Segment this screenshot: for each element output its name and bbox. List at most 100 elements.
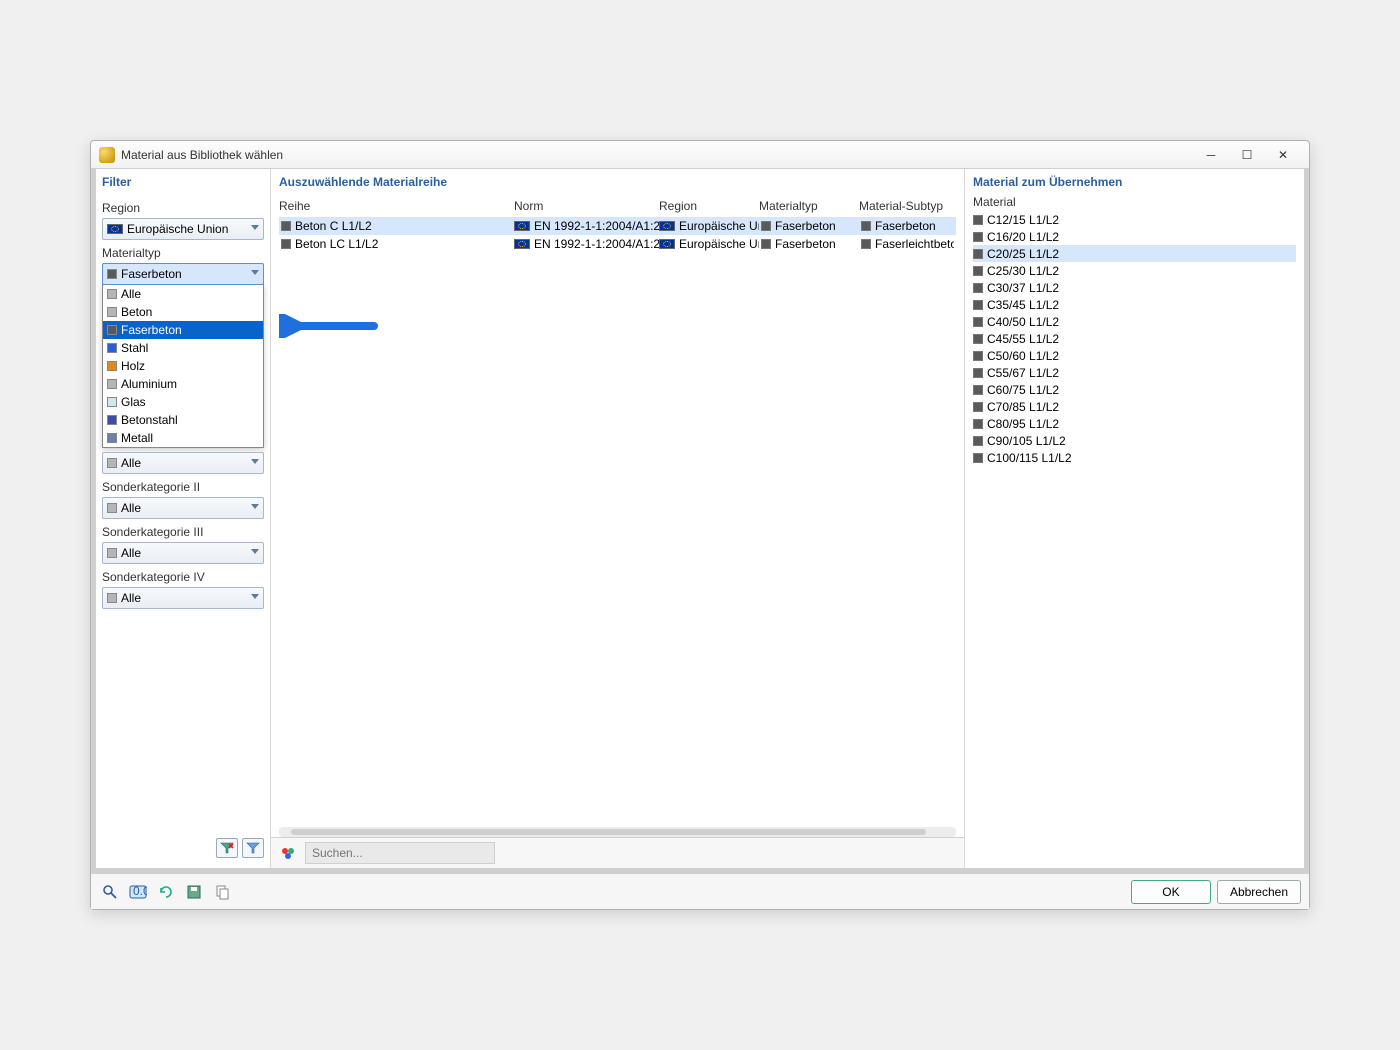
swatch-icon: [973, 266, 983, 276]
option-label: Beton: [121, 305, 152, 319]
cell-msub: Faserbeton: [875, 219, 936, 233]
materialtyp-option[interactable]: Metall: [103, 429, 263, 447]
cell-msub: Faserleichtbeton: [875, 237, 954, 251]
svg-text:0.00: 0.00: [133, 885, 147, 898]
tool-copy-button[interactable]: [211, 881, 233, 903]
swatch-icon: [107, 397, 117, 407]
swatch-icon: [973, 232, 983, 242]
units-icon: 0.00: [129, 885, 147, 899]
materialtyp-option[interactable]: Stahl: [103, 339, 263, 357]
magnifier-icon: [102, 884, 118, 900]
material-label: C45/55 L1/L2: [987, 332, 1059, 346]
minimize-button[interactable]: ─: [1193, 144, 1229, 166]
cell-mtyp: Faserbeton: [775, 219, 836, 233]
materialtyp-dropdown: Alle Beton Faserbeton Stahl Holz Aluminium Gla…: [102, 284, 264, 448]
save-icon: [186, 884, 202, 900]
material-item[interactable]: C12/15 L1/L2: [973, 211, 1296, 228]
material-item[interactable]: C16/20 L1/L2: [973, 228, 1296, 245]
color-tool-button[interactable]: [277, 842, 299, 864]
option-label: Holz: [121, 359, 145, 373]
material-item[interactable]: C50/60 L1/L2: [973, 347, 1296, 364]
sk3-combo[interactable]: Alle: [102, 542, 264, 564]
materialtyp-option[interactable]: Glas: [103, 393, 263, 411]
swatch-icon: [973, 351, 983, 361]
center-title: Auszuwählende Materialreihe: [279, 175, 956, 189]
material-item[interactable]: C70/85 L1/L2: [973, 398, 1296, 415]
material-item[interactable]: C55/67 L1/L2: [973, 364, 1296, 381]
swatch-icon: [107, 361, 117, 371]
col-reihe[interactable]: Reihe: [279, 199, 514, 213]
option-label: Aluminium: [121, 377, 177, 391]
swatch-icon: [281, 239, 291, 249]
material-item[interactable]: C40/50 L1/L2: [973, 313, 1296, 330]
search-row: [271, 837, 964, 868]
right-pane: Material zum Übernehmen Material C12/15 …: [964, 169, 1304, 868]
chevron-down-icon: [251, 504, 259, 509]
option-label: Faserbeton: [121, 323, 182, 337]
material-item[interactable]: C20/25 L1/L2: [973, 245, 1296, 262]
swatch-icon: [973, 385, 983, 395]
materialtyp-combo[interactable]: Faserbeton: [102, 263, 264, 285]
filter-footer: [102, 834, 264, 862]
material-row[interactable]: Beton C L1/L2EN 1992-1-1:2004/A1:2...Eur…: [279, 217, 956, 235]
dialog-body: Filter Region Europäische Union Material…: [91, 169, 1309, 873]
materialtyp-option[interactable]: Aluminium: [103, 375, 263, 393]
material-item[interactable]: C45/55 L1/L2: [973, 330, 1296, 347]
swatch-icon: [973, 402, 983, 412]
materialtyp-option[interactable]: Betonstahl: [103, 411, 263, 429]
materialtyp-option[interactable]: Holz: [103, 357, 263, 375]
material-item[interactable]: C90/105 L1/L2: [973, 432, 1296, 449]
color-tool-icon: [280, 845, 296, 861]
sk2-label: Sonderkategorie II: [102, 480, 264, 494]
material-item[interactable]: C30/37 L1/L2: [973, 279, 1296, 296]
sk4-combo[interactable]: Alle: [102, 587, 264, 609]
maximize-button[interactable]: ☐: [1229, 144, 1265, 166]
tool-refresh-button[interactable]: [155, 881, 177, 903]
horizontal-scrollbar[interactable]: [279, 827, 956, 837]
material-item[interactable]: C60/75 L1/L2: [973, 381, 1296, 398]
materialsubtyp-combo[interactable]: Alle: [102, 452, 264, 474]
swatch-icon: [107, 433, 117, 443]
annotation-arrow: [279, 314, 379, 338]
material-item[interactable]: C100/115 L1/L2: [973, 449, 1296, 466]
tool-save-button[interactable]: [183, 881, 205, 903]
material-label: C16/20 L1/L2: [987, 230, 1059, 244]
region-combo[interactable]: Europäische Union: [102, 218, 264, 240]
chevron-down-icon: [251, 225, 259, 230]
materialtyp-option[interactable]: Alle: [103, 285, 263, 303]
search-input[interactable]: [305, 842, 495, 864]
material-item[interactable]: C35/45 L1/L2: [973, 296, 1296, 313]
clear-filter-button[interactable]: [216, 838, 238, 858]
cancel-button[interactable]: Abbrechen: [1217, 880, 1301, 904]
col-mtyp[interactable]: Materialtyp: [759, 199, 859, 213]
materialtyp-value: Faserbeton: [121, 267, 182, 281]
material-item[interactable]: C25/30 L1/L2: [973, 262, 1296, 279]
col-region[interactable]: Region: [659, 199, 759, 213]
tool-search-button[interactable]: [99, 881, 121, 903]
close-button[interactable]: ✕: [1265, 144, 1301, 166]
grid-body: Beton C L1/L2EN 1992-1-1:2004/A1:2...Eur…: [279, 217, 956, 253]
material-label: C60/75 L1/L2: [987, 383, 1059, 397]
materialtyp-option[interactable]: Faserbeton: [103, 321, 263, 339]
swatch-icon: [861, 221, 871, 231]
titlebar: Material aus Bibliothek wählen ─ ☐ ✕: [91, 141, 1309, 169]
sk2-combo[interactable]: Alle: [102, 497, 264, 519]
swatch-icon: [107, 343, 117, 353]
swatch-icon: [973, 215, 983, 225]
material-row[interactable]: Beton LC L1/L2EN 1992-1-1:2004/A1:2...Eu…: [279, 235, 956, 253]
material-item[interactable]: C80/95 L1/L2: [973, 415, 1296, 432]
ok-button[interactable]: OK: [1131, 880, 1211, 904]
swatch-icon: [281, 221, 291, 231]
cell-norm: EN 1992-1-1:2004/A1:2...: [534, 237, 659, 251]
col-msub[interactable]: Material-Subtyp: [859, 199, 954, 213]
tool-units-button[interactable]: 0.00: [127, 881, 149, 903]
material-list: C12/15 L1/L2 C16/20 L1/L2C20/25 L1/L2C25/…: [973, 211, 1296, 466]
filter-pane: Filter Region Europäische Union Material…: [96, 169, 271, 868]
filter-button[interactable]: [242, 838, 264, 858]
scroll-thumb[interactable]: [291, 829, 926, 835]
materialtyp-label: Materialtyp: [102, 246, 264, 260]
col-norm[interactable]: Norm: [514, 199, 659, 213]
material-label: C80/95 L1/L2: [987, 417, 1059, 431]
materialtyp-option[interactable]: Beton: [103, 303, 263, 321]
region-value: Europäische Union: [127, 222, 228, 236]
